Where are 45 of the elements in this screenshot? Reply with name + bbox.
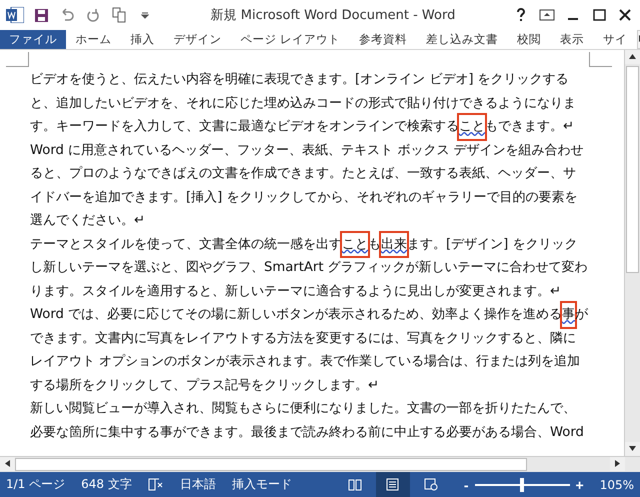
document-text-line: し新しいテーマを選ぶと、図やグラフ、SmartArt グラフィックが新しいテーマに合わせて変わ bbox=[30, 259, 588, 277]
word-logo-icon bbox=[6, 7, 24, 23]
page-count[interactable]: 1/1 ページ bbox=[6, 476, 66, 493]
page-lines-icon bbox=[386, 478, 400, 491]
scroll-down-button[interactable] bbox=[625, 442, 640, 456]
document-text-line: と、追加したいビデオを、それに応じた埋め込みコードの形式で貼り付けできるようになりま bbox=[30, 94, 576, 112]
document-text-line: する場所をクリックして、プラス記号をクリックします。↵ bbox=[30, 376, 380, 394]
touch-mode-icon[interactable] bbox=[110, 6, 128, 24]
ribbon-tab[interactable]: ファイル bbox=[0, 30, 66, 49]
input-mode-status[interactable]: 挿入モード bbox=[232, 476, 292, 493]
document-text-line: テーマとスタイルを使って、文書全体の統一感を出す こと も出来 ます。[デザイン] をクリック bbox=[30, 232, 578, 256]
document-text-line: す。キーワードを入力して、文書に最適なビデオをオンラインで検索する こと もできます。↵ bbox=[30, 115, 574, 138]
document-text-line: イドバーを追加できます。[挿入] をクリックしてから、それぞれのギャラリーで目的の要素を bbox=[30, 188, 578, 206]
scroll-left-button[interactable] bbox=[0, 457, 15, 471]
page-corner-mark bbox=[6, 52, 29, 67]
document-text-line: 新しい閲覧ビューが導入され、閲覧もさらに便利になりました。文書の一部を折りたたんで、 bbox=[30, 400, 576, 418]
page-corner-mark bbox=[589, 52, 612, 67]
book-icon bbox=[348, 478, 362, 490]
right-arrow-icon bbox=[615, 460, 620, 466]
zoom-level[interactable]: 105% bbox=[600, 478, 634, 492]
scroll-right-button[interactable] bbox=[610, 457, 625, 471]
word-count[interactable]: 648 文字 bbox=[81, 476, 132, 493]
vertical-scrollbar[interactable] bbox=[624, 50, 640, 456]
document-text-line: 選んでください。↵ bbox=[30, 212, 146, 230]
document-text-line: 必要な箇所に集中する事ができます。最後まで読み終わる前に中止する必要がある場合、Word bbox=[30, 424, 584, 442]
language-status[interactable]: 日本語 bbox=[180, 476, 216, 493]
document-text-line: できます。文書内に写真をレイアウトする方法を変更するには、写真をクリックすると、隣に bbox=[30, 330, 576, 348]
document-text-line: レイアウト オプションのボタンが表示されます。表で作業している場合は、行または列を追加 bbox=[30, 353, 580, 371]
proofing-book-icon[interactable] bbox=[148, 478, 164, 491]
document-text-line: ると、プロのようなできばえの文書を作成できます。たとえば、一致する表紙、ヘッダー、サ bbox=[30, 165, 576, 183]
zoom-in-button[interactable]: + bbox=[576, 476, 584, 492]
horizontal-scrollbar[interactable] bbox=[0, 456, 640, 472]
document-text-line: ります。スタイルを適用すると、新しいテーマに適合するように見出しが変更されます。↵ bbox=[30, 282, 562, 300]
window-title: 新規 Microsoft Word Document - Word bbox=[210, 7, 456, 24]
print-view-button[interactable] bbox=[376, 472, 410, 497]
down-arrow-icon bbox=[629, 446, 636, 450]
left-arrow-icon bbox=[5, 460, 10, 466]
globe-page-icon bbox=[424, 478, 438, 491]
document-text-line: Word に用意されているヘッダー、フッター、表紙、テキスト ボックス デザインを組み合わせ bbox=[30, 142, 584, 160]
zoom-slider-thumb[interactable] bbox=[520, 478, 524, 492]
up-arrow-icon bbox=[629, 54, 636, 58]
zoom-out-button[interactable]: - bbox=[464, 476, 468, 492]
scroll-up-button[interactable] bbox=[625, 50, 640, 64]
save-icon[interactable] bbox=[32, 6, 50, 24]
document-text-line: ビデオを使うと、伝えたい内容を明確に表現できます。[オンライン ビデオ] をクリックする bbox=[30, 71, 569, 89]
